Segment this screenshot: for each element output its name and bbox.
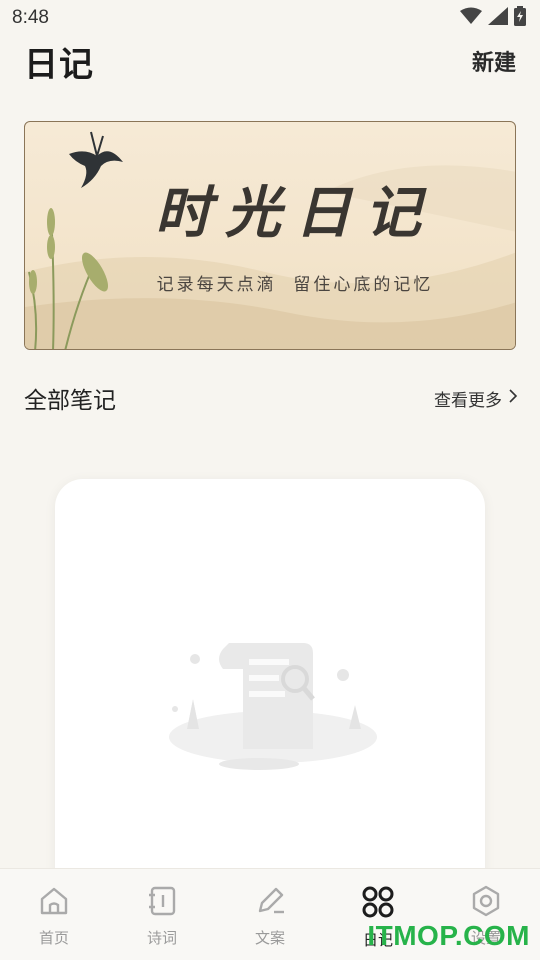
- signal-icon: [488, 7, 508, 29]
- section-title: 全部笔记: [24, 388, 116, 414]
- empty-scroll-icon: [163, 629, 383, 783]
- banner[interactable]: 时光日记 记录每天点滴 留住心底的记忆: [24, 121, 516, 350]
- tab-home[interactable]: 首页: [0, 885, 108, 948]
- tab-home-label: 首页: [38, 929, 69, 947]
- pen-icon: [254, 885, 286, 921]
- tab-poetry[interactable]: 诗词: [108, 885, 216, 948]
- tab-copywriting-label: 文案: [254, 929, 285, 947]
- tab-poetry-label: 诗词: [146, 929, 177, 947]
- swallow-icon: [69, 131, 123, 188]
- status-icons: [460, 6, 526, 30]
- header: 日记 新建: [0, 36, 540, 86]
- banner-title: 时光日记: [155, 180, 435, 246]
- tab-copywriting[interactable]: 文案: [216, 885, 324, 948]
- chevron-right-icon: [508, 388, 518, 409]
- settings-icon: [470, 885, 502, 921]
- battery-icon: [514, 6, 526, 30]
- watermark: ITMOP.COM: [367, 920, 530, 951]
- notes-empty-card: [55, 479, 485, 899]
- new-button[interactable]: 新建: [472, 45, 516, 77]
- banner-subtitle: 记录每天点滴 留住心底的记忆: [156, 275, 434, 295]
- section-header: 全部笔记 查看更多: [24, 378, 518, 418]
- status-time: 8:48: [12, 7, 49, 28]
- page-title: 日记: [24, 44, 94, 85]
- home-icon: [38, 885, 70, 921]
- view-more-label: 查看更多: [434, 390, 502, 411]
- view-more-link[interactable]: 查看更多: [434, 386, 518, 411]
- notebook-icon: [146, 885, 178, 921]
- wifi-icon: [460, 7, 482, 29]
- status-bar: 8:48: [0, 0, 540, 36]
- grid-icon: [361, 885, 395, 923]
